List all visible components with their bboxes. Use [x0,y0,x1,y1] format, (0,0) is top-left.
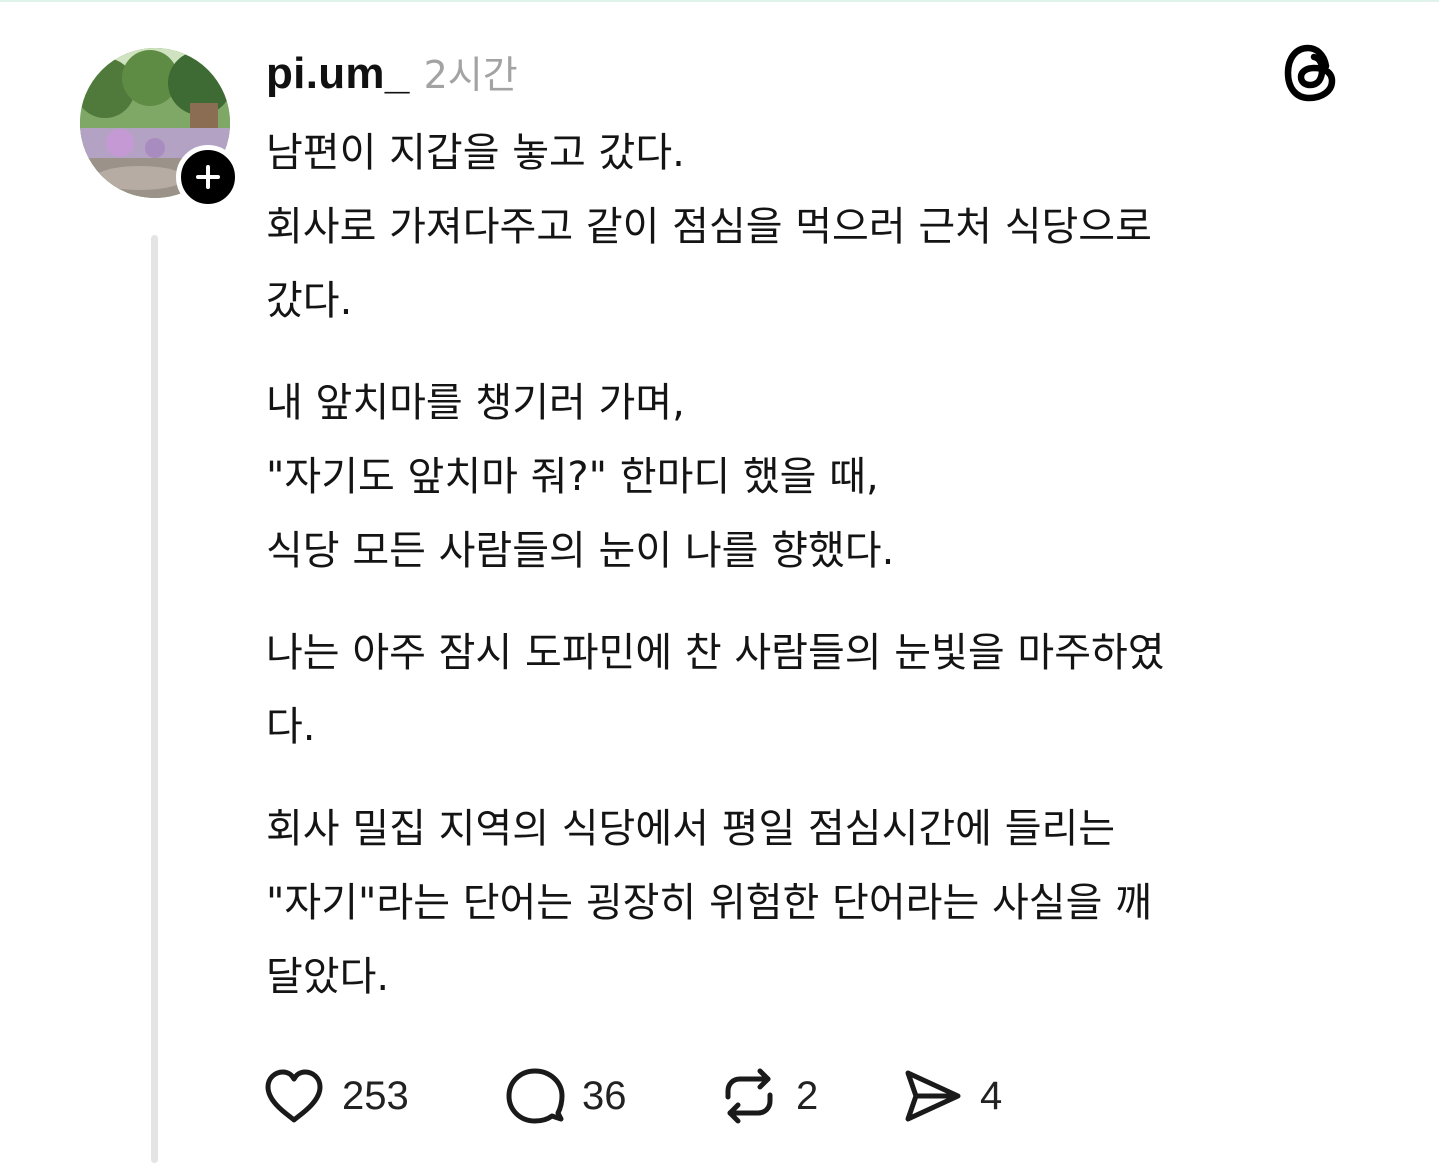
text-line: 내 앞치마를 챙기러 가며, [266,380,685,426]
paragraph: 회사 밀집 지역의 식당에서 평일 점심시간에 들리는 "자기"라는 단어는 굉… [266,792,1376,1014]
like-count: 253 [342,1073,409,1118]
text-line: 회사로 가져다주고 같이 점심을 먹으러 근처 식당으로 [266,204,1152,250]
post-time: 2시간 [423,53,518,97]
top-divider [0,0,1439,2]
send-icon [905,1070,961,1122]
repost-icon [725,1068,773,1124]
plus-icon [196,165,220,189]
reply-count: 36 [582,1073,627,1118]
text-line: 남편이 지갑을 놓고 갔다. [266,130,685,176]
post-body: 남편이 지갑을 놓고 갔다. 회사로 가져다주고 같이 점심을 먹으러 근처 식… [266,116,1376,1042]
paragraph: 내 앞치마를 챙기러 가며, "자기도 앞치마 줘?" 한마디 했을 때, 식당… [266,366,1376,588]
threads-logo-icon[interactable] [1282,42,1340,104]
text-line: 회사 밀집 지역의 식당에서 평일 점심시간에 들리는 [266,806,1116,852]
text-line: 갔다. [266,278,353,324]
text-line: 달았다. [266,954,390,1000]
paragraph: 남편이 지갑을 놓고 갔다. 회사로 가져다주고 같이 점심을 먹으러 근처 식… [266,116,1376,338]
post-header: pi.um_ 2시간 [266,44,518,104]
username[interactable]: pi.um_ [266,49,410,99]
comment-bubble-icon [506,1068,565,1124]
text-line: 나는 아주 잠시 도파민에 찬 사람들의 눈빛을 마주하였 [266,630,1165,676]
like-button[interactable]: 253 [262,1066,409,1126]
repost-count: 2 [796,1073,819,1118]
avatar-container[interactable] [80,48,240,209]
share-button[interactable]: 4 [902,1065,1002,1127]
text-line: 다. [266,704,316,750]
thread-connector-line [151,235,158,1163]
follow-button[interactable] [176,145,240,209]
repost-button[interactable]: 2 [718,1065,818,1127]
reply-button[interactable]: 36 [504,1065,627,1127]
paragraph: 나는 아주 잠시 도파민에 찬 사람들의 눈빛을 마주하였 다. [266,616,1376,764]
text-line: 식당 모든 사람들의 눈이 나를 향했다. [266,528,895,574]
text-line: "자기도 앞치마 줘?" 한마디 했을 때, [266,454,879,500]
share-count: 4 [980,1073,1003,1118]
text-line: "자기"라는 단어는 굉장히 위험한 단어라는 사실을 깨 [266,880,1152,926]
heart-icon [265,1069,323,1123]
